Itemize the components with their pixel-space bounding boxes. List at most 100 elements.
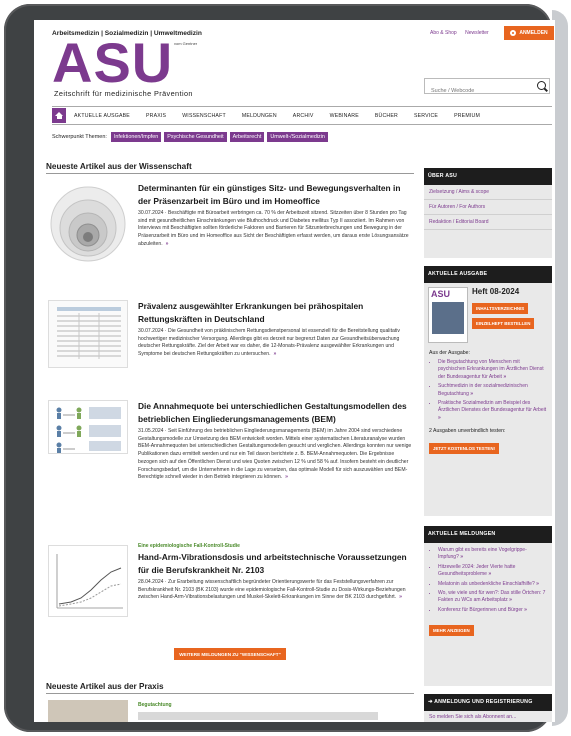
issue-article-link-text: Praktische Sozialmedizin am Beispiel des… [438,400,547,414]
article-title[interactable]: Determinanten für ein günstiges Sitz- un… [138,182,414,207]
practice-article-kicker: Begutachtung [138,702,172,708]
circles-diagram-image [50,186,126,262]
sidebar-login-title: ➜ ANMELDUNG UND REGISTRIERUNG [424,694,552,711]
sidebar-news: AKTUELLE MELDUNGEN Warum gibt es bereits… [424,526,552,686]
search-box [424,78,550,98]
site-logo[interactable]: ASU [52,35,173,91]
nav-item-archiv[interactable]: ARCHIV [285,113,322,119]
trial-button-wrap: JETZT KOSTENLOS TESTEN! [424,437,552,455]
news-item[interactable]: Melatonin als unbedenkliche Einschlafhil… [438,581,547,588]
section-divider [46,173,414,174]
article-thumbnail[interactable] [48,300,128,368]
issue-article-link-text: Suchtmedizin in der sozialmedizinischen … [438,383,528,397]
article-teaser: 30.07.2024 · Die Gesundheit von präklini… [138,328,414,359]
topic-tag-arbeitsrecht[interactable]: Arbeitsrecht [229,132,265,142]
practice-section-title: Neueste Artikel aus der Praxis [46,682,164,691]
issue-cover[interactable]: ASU [428,287,468,343]
chevron-right-icon: » [503,373,507,380]
login-button[interactable]: ANMELDEN [504,26,554,40]
news-item[interactable]: Warum gibt es bereits eine Vogelgrippe-I… [438,547,547,562]
search-input[interactable] [429,84,533,98]
main-nav: AKTUELLE AUSGABE PRAXIS WISSENSCHAFT MEL… [52,106,552,125]
nav-item-service[interactable]: SERVICE [406,113,446,119]
nav-item-webinare[interactable]: WEBINARE [322,113,367,119]
line-graph-image [56,554,123,609]
nav-item-premium[interactable]: PREMIUM [446,113,488,119]
site-header: Arbeitsmedizin | Sozialmedizin | Umweltm… [34,20,555,116]
topic-tag-psychische-gesundheit[interactable]: Psychische Gesundheit [164,132,227,142]
article-teaser: 28.04.2024 · Zur Erarbeitung wissenschaf… [138,579,414,602]
people-diagram-image [56,407,121,453]
sidebar-issue-title: AKTUELLE AUSGABE [424,266,552,283]
issue-article-link[interactable]: Suchtmedizin in der sozialmedizinischen … [438,383,547,398]
article-thumbnail[interactable] [48,400,128,454]
table-image [57,307,121,359]
read-more-icon[interactable]: » [285,474,288,480]
article-title[interactable]: Prävalenz ausgewählter Erkrankungen bei … [138,300,414,325]
article-title[interactable]: Die Annahmequote bei unterschiedlichen G… [138,400,414,425]
nav-item-aktuelle-ausgabe[interactable]: AKTUELLE AUSGABE [66,113,138,119]
login-help-link[interactable]: So melden Sie sich als Abonnent an... [424,711,552,722]
article-thumbnail[interactable] [48,545,128,617]
trial-button[interactable]: JETZT KOSTENLOS TESTEN! [429,443,499,455]
article-title[interactable]: Hand-Arm-Vibrationsdosis und arbeitstech… [138,551,414,576]
article-item: Die Annahmequote bei unterschiedlichen G… [48,400,414,540]
issue-name: Heft 08-2024 [472,287,520,296]
article-thumbnail[interactable] [48,184,128,264]
more-news-button[interactable]: MEHR ANZEIGEN [429,625,474,637]
article-teaser-text: 31.05.2024 · Seit Einführung des betrieb… [138,428,412,481]
read-more-icon[interactable]: » [274,351,277,357]
newsletter-link[interactable]: Newsletter [465,30,489,36]
news-more-wrap: MEHR ANZEIGEN [424,616,552,640]
nav-item-meldungen[interactable]: MELDUNGEN [234,113,285,119]
search-icon[interactable] [537,81,546,90]
home-button[interactable] [52,108,66,123]
nav-item-praxis[interactable]: PRAXIS [138,113,174,119]
top-links: Abo & Shop Newsletter [430,30,496,36]
news-item[interactable]: Konferenz für Bürgerinnen und Bürger » [438,607,547,614]
chevron-right-icon: » [460,554,464,561]
screen: Arbeitsmedizin | Sozialmedizin | Umweltm… [34,20,555,722]
news-item-text: Hitzewelle 2024: Jeder Vierte hatte Gesu… [438,563,516,578]
read-more-icon[interactable]: » [166,241,169,247]
article-teaser-text: 30.07.2024 · Beschäftigte mit Büroarbeit… [138,210,409,247]
practice-article-thumbnail[interactable] [48,700,128,722]
read-more-icon[interactable]: » [399,594,402,600]
abo-shop-link[interactable]: Abo & Shop [430,30,457,36]
trial-text: 2 Ausgaben unverbindlich testen: [429,428,506,435]
article-teaser: 30.07.2024 · Beschäftigte mit Büroarbeit… [138,210,414,249]
issue-from-label: Aus der Ausgabe: [429,350,470,356]
issue-article-link-text: Die Begutachtung von Menschen mit psychi… [438,359,544,380]
focus-topics: Schwerpunkt Themen: Infektionen/Impfen P… [52,131,328,143]
logo-publisher: vom Gentner [174,41,198,46]
news-item[interactable]: Wo, wie viele und für wen?: Das stille Ö… [438,590,547,605]
login-button-label: ANMELDEN [519,30,548,36]
sidebar-about-title: ÜBER ASU [424,168,552,185]
home-icon [55,111,63,119]
sidebar-login: ➜ ANMELDUNG UND REGISTRIERUNG So melden … [424,694,552,722]
user-icon [510,30,517,36]
toc-button[interactable]: INHALTSVERZEICHNIS [472,303,529,314]
chevron-right-icon: » [509,597,512,604]
nav-item-wissenschaft[interactable]: WISSENSCHAFT [174,113,234,119]
chevron-right-icon: » [470,390,474,397]
issue-cover-image [432,302,464,334]
news-item[interactable]: Hitzewelle 2024: Jeder Vierte hatte Gesu… [438,564,547,579]
more-science-button[interactable]: WEITERE MELDUNGEN ZU "WISSENSCHAFT" [174,648,286,660]
sidebar-link-aims[interactable]: Zielsetzung / Aims & scope [424,185,552,200]
article-teaser: 31.05.2024 · Seit Einführung des betrieb… [138,428,414,482]
issue-article-link[interactable]: Die Begutachtung von Menschen mit psychi… [438,359,547,381]
chevron-right-icon: » [536,580,539,587]
topic-tag-infektionen[interactable]: Infektionen/Impfen [110,132,162,142]
science-section-title: Neueste Artikel aus der Wissenschaft [46,162,192,171]
topic-tag-umweltmedizin[interactable]: Umwelt-/Sozialmedizin [267,132,328,142]
order-issue-button[interactable]: EINZELHEFT BESTELLEN [472,318,535,329]
sidebar-login-title-text: ANMELDUNG UND REGISTRIERUNG [434,699,533,705]
issue-article-link[interactable]: Praktische Sozialmedizin am Beispiel des… [438,400,547,422]
sidebar-link-editorial[interactable]: Redaktion / Editorial Board [424,215,552,230]
sidebar-link-authors[interactable]: Für Autoren / For Authors [424,200,552,215]
sidebar-current-issue: AKTUELLE AUSGABE ASU Heft 08-2024 INHALT… [424,266,552,516]
article-body: Determinanten für ein günstiges Sitz- un… [138,182,414,249]
nav-item-buecher[interactable]: BÜCHER [367,113,406,119]
article-body: Die Annahmequote bei unterschiedlichen G… [138,400,414,482]
